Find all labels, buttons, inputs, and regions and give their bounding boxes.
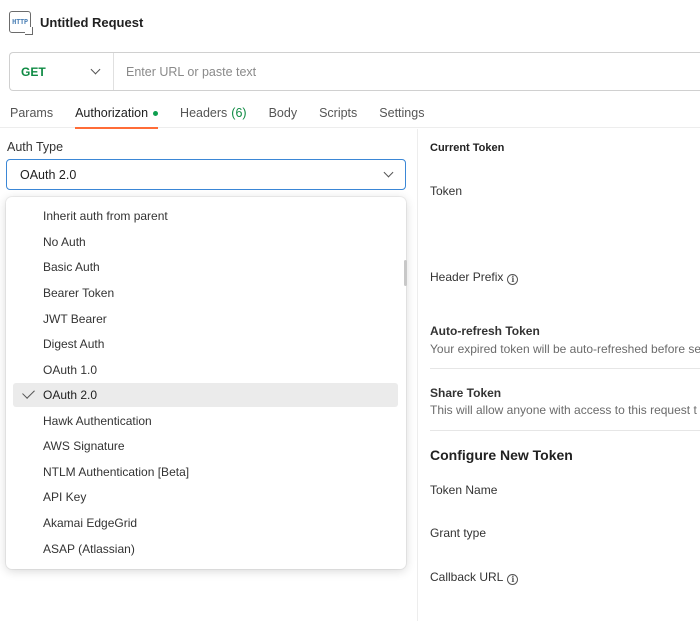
- tab-headers[interactable]: Headers (6): [180, 98, 247, 128]
- auth-option-no-auth[interactable]: No Auth: [13, 230, 398, 254]
- url-input[interactable]: [114, 53, 700, 90]
- tab-scripts[interactable]: Scripts: [319, 98, 357, 128]
- auth-option-hawk[interactable]: Hawk Authentication: [13, 409, 398, 433]
- auth-option-jwt[interactable]: JWT Bearer: [13, 307, 398, 331]
- auth-option-digest[interactable]: Digest Auth: [13, 332, 398, 356]
- auth-option-bearer[interactable]: Bearer Token: [13, 281, 398, 305]
- auth-option-oauth1[interactable]: OAuth 1.0: [13, 358, 398, 382]
- auth-option-akamai[interactable]: Akamai EdgeGrid: [13, 511, 398, 535]
- auth-option-asap[interactable]: ASAP (Atlassian): [13, 537, 398, 561]
- tab-settings[interactable]: Settings: [379, 98, 424, 128]
- auth-type-dropdown: Inherit auth from parent No Auth Basic A…: [6, 197, 406, 569]
- checkmark-icon: [22, 386, 35, 399]
- share-token-desc: This will allow anyone with access to th…: [430, 403, 697, 417]
- callback-url-label: Callback URL i: [430, 570, 519, 585]
- auth-option-inherit[interactable]: Inherit auth from parent: [13, 204, 398, 228]
- tab-authorization[interactable]: Authorization: [75, 98, 159, 129]
- auth-type-label: Auth Type: [7, 140, 64, 154]
- auth-type-value: OAuth 2.0: [20, 167, 77, 182]
- url-bar: GET: [9, 52, 700, 91]
- auth-option-api-key[interactable]: API Key: [13, 485, 398, 509]
- configure-token-heading: Configure New Token: [430, 447, 573, 463]
- auth-option-ntlm[interactable]: NTLM Authentication [Beta]: [13, 460, 398, 484]
- divider: [430, 430, 700, 431]
- grant-type-label: Grant type: [430, 526, 487, 540]
- tab-params[interactable]: Params: [10, 98, 53, 128]
- request-title[interactable]: Untitled Request: [40, 15, 143, 30]
- auto-refresh-desc: Your expired token will be auto-refreshe…: [430, 342, 700, 356]
- chevron-down-icon: [90, 64, 101, 75]
- request-tabs: Params Authorization Headers (6) Body Scr…: [0, 98, 700, 129]
- current-token-heading: Current Token: [430, 142, 505, 154]
- auth-type-select[interactable]: OAuth 2.0: [6, 159, 406, 190]
- dropdown-scrollbar[interactable]: [404, 260, 407, 286]
- divider: [430, 368, 700, 369]
- tab-body[interactable]: Body: [269, 98, 298, 128]
- auth-option-basic[interactable]: Basic Auth: [13, 255, 398, 279]
- request-header: HTTP Untitled Request: [0, 0, 700, 44]
- method-label: GET: [21, 64, 46, 79]
- method-select[interactable]: GET: [10, 53, 114, 90]
- auto-refresh-title: Auto-refresh Token: [430, 324, 540, 338]
- status-dot-icon: [153, 110, 159, 116]
- auth-option-oauth2[interactable]: OAuth 2.0: [13, 383, 398, 407]
- headers-count: (6): [231, 106, 247, 120]
- share-token-title: Share Token: [430, 386, 502, 400]
- token-label: Token: [430, 184, 463, 198]
- header-prefix-label: Header Prefix i: [430, 270, 519, 285]
- http-request-icon: HTTP: [9, 11, 33, 35]
- token-name-label: Token Name: [430, 483, 498, 497]
- info-icon[interactable]: i: [507, 273, 519, 285]
- chevron-down-icon: [383, 167, 394, 178]
- auth-option-aws[interactable]: AWS Signature: [13, 434, 398, 458]
- info-icon[interactable]: i: [507, 573, 519, 585]
- pane-divider[interactable]: [417, 129, 418, 621]
